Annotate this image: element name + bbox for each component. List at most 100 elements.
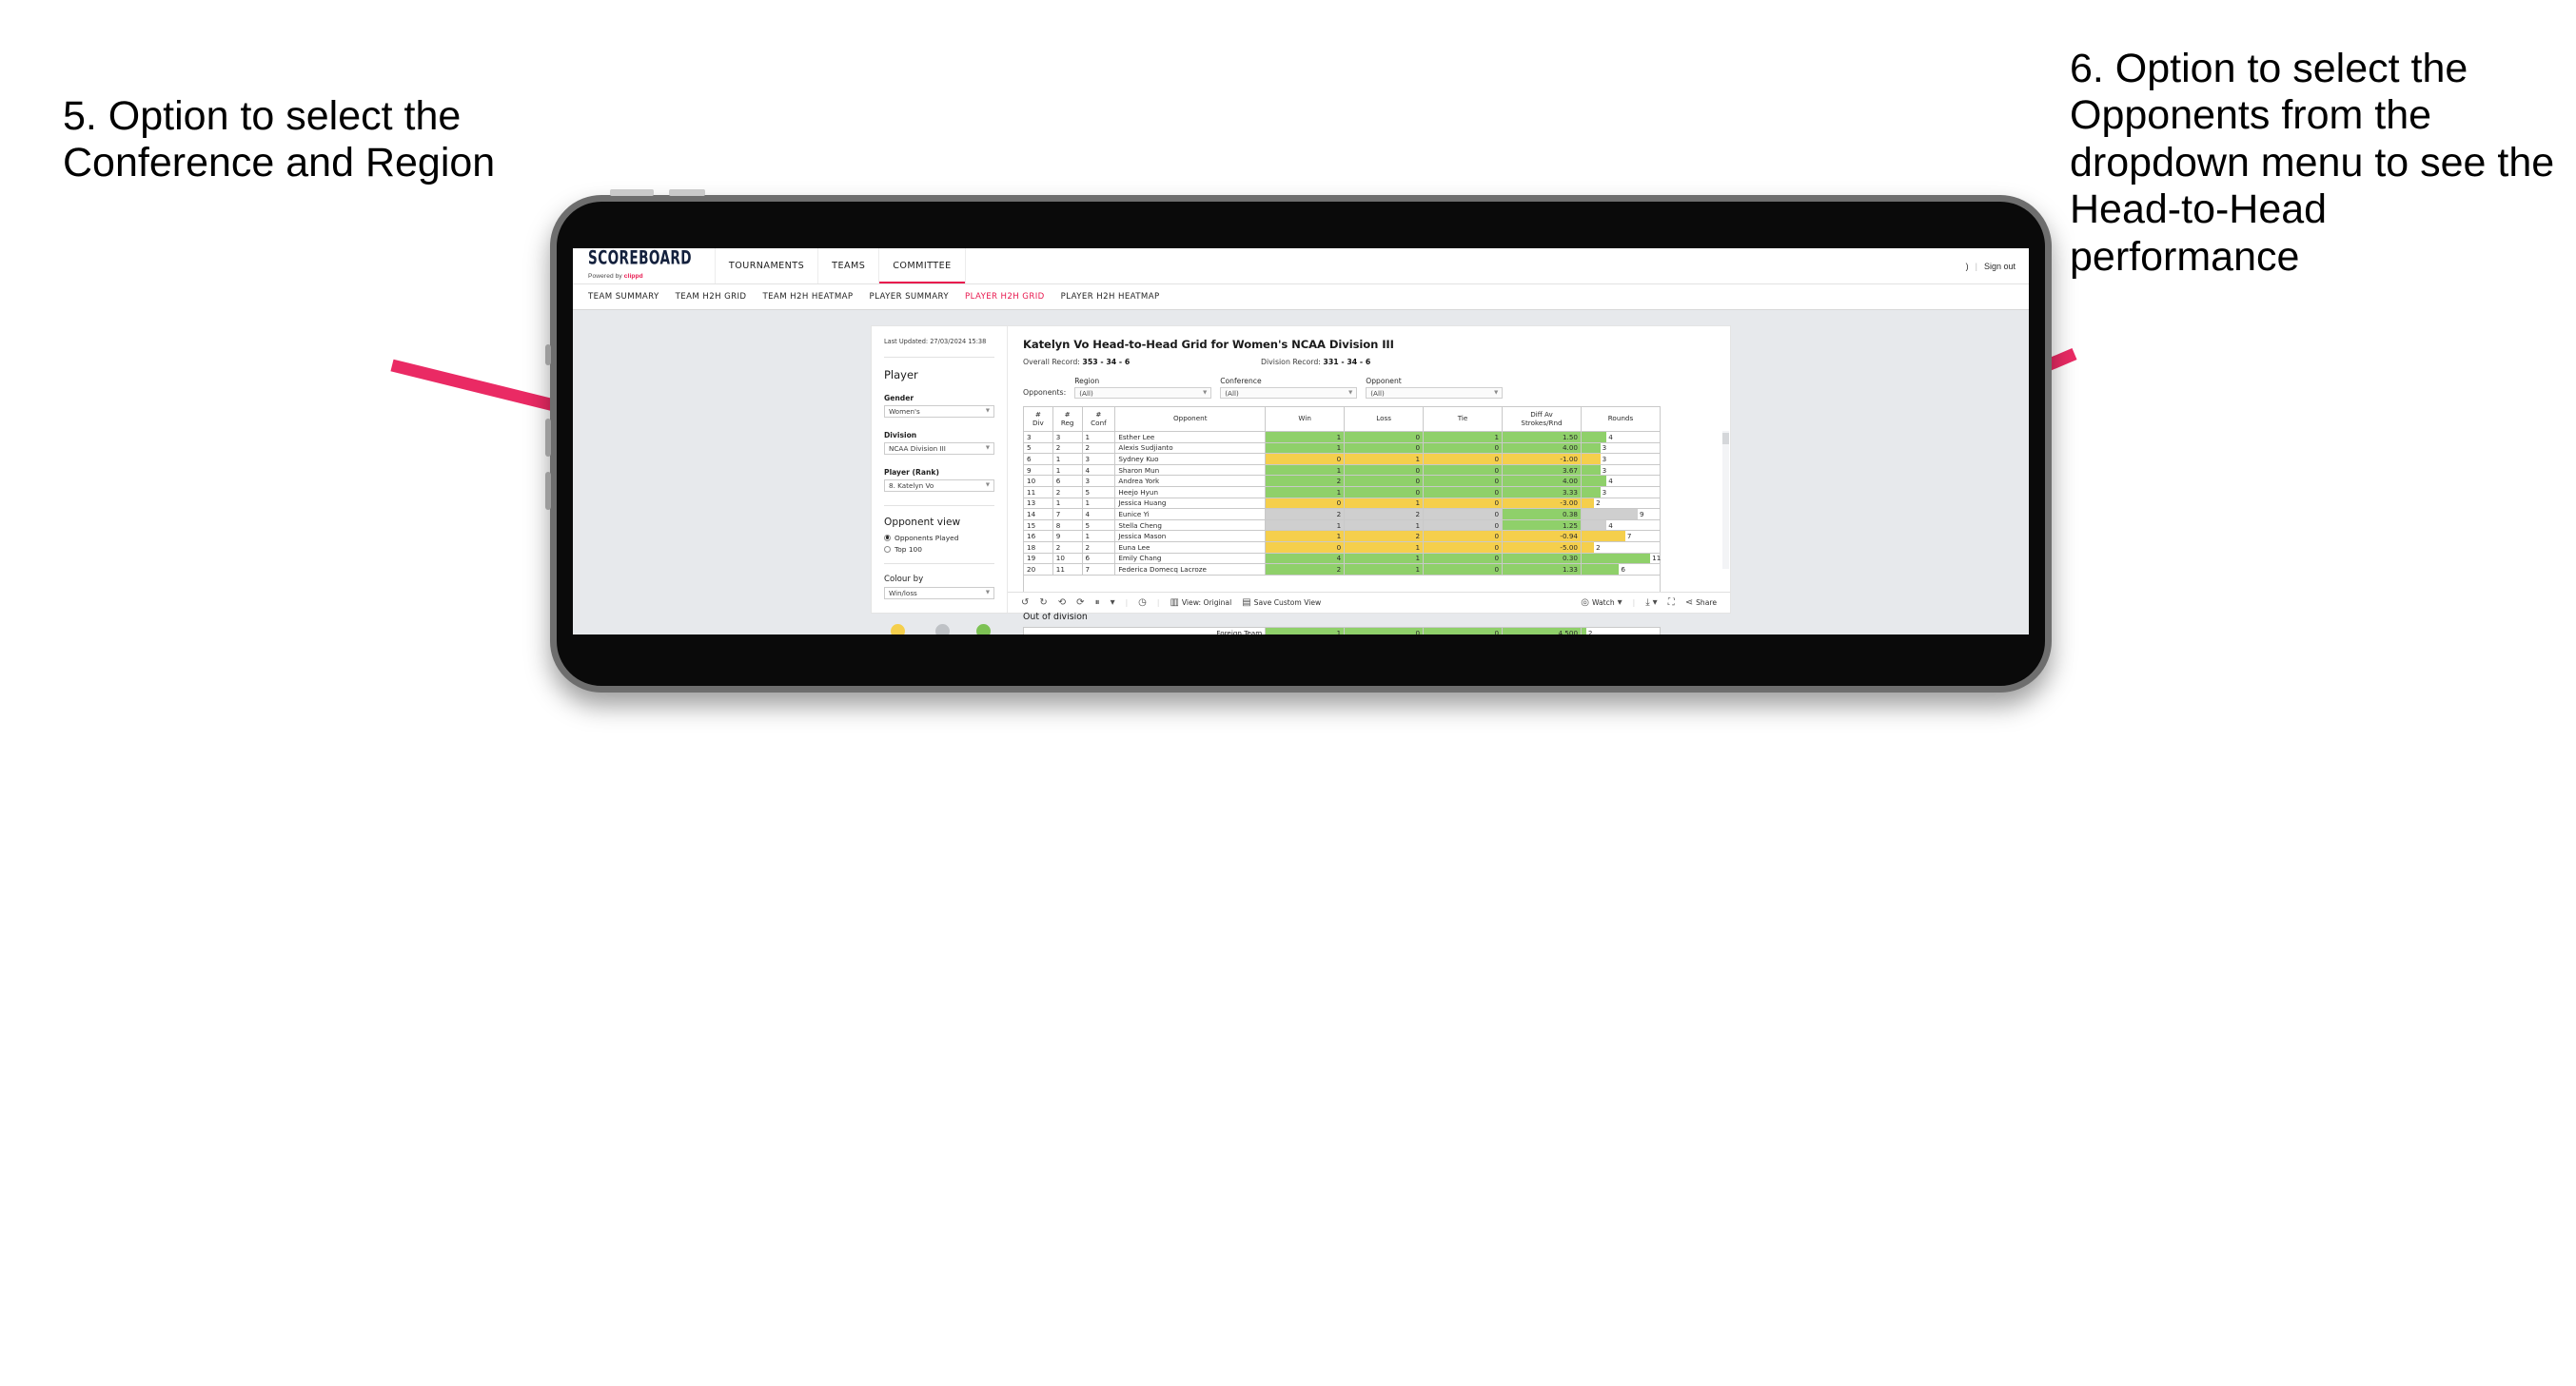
cell-div: 3	[1023, 431, 1053, 443]
cell-loss: 0	[1344, 431, 1425, 443]
brand-name: SCOREBOARD	[588, 248, 692, 269]
revert-icon[interactable]: ⟲	[1058, 597, 1066, 608]
radio-selected-icon	[884, 534, 891, 541]
cell-reg: 7	[1052, 508, 1083, 520]
radio-opponents-played[interactable]: Opponents Played	[884, 534, 994, 542]
pause-icon[interactable]: ⏸	[1095, 597, 1100, 608]
cell-opponent: Jessica Mason	[1114, 530, 1267, 542]
rounds-value: 2	[1596, 542, 1601, 552]
share-button[interactable]: ⋖ Share	[1684, 596, 1717, 608]
cell-win: 2	[1265, 475, 1346, 487]
opponent-dropdown[interactable]: (All) ▼	[1366, 387, 1504, 399]
tab-team-h2h-grid[interactable]: TEAM H2H GRID	[676, 292, 747, 302]
cell-opponent: Heejo Hyun	[1114, 485, 1267, 498]
chevron-down-icon: ▾	[1652, 596, 1658, 608]
table-row[interactable]: 9 1 4 Sharon Mun 1 0 0 3.67 3	[1023, 463, 1661, 477]
division-record-value: 331 - 34 - 6	[1323, 358, 1371, 366]
overall-record-value: 353 - 34 - 6	[1082, 358, 1131, 366]
table-row[interactable]: 18 2 2 Euna Lee 0 1 0 -5.00 2	[1023, 540, 1661, 554]
tablet-screen: SCOREBOARD Powered by clippd TOURNAMENTS…	[573, 248, 2029, 634]
chevron-down-icon: ▼	[985, 482, 990, 489]
table-row[interactable]: 19 10 6 Emily Chang 4 1 0 0.30 11	[1023, 552, 1661, 565]
sign-out-link[interactable]: Sign out	[1984, 262, 2016, 271]
nav-committee[interactable]: COMMITTEE	[879, 248, 966, 283]
refresh-icon[interactable]: ⟳	[1076, 597, 1084, 608]
table-scrollbar[interactable]	[1722, 431, 1729, 569]
cell-reg: 11	[1052, 563, 1083, 576]
cell-div: 15	[1023, 518, 1053, 532]
brand-logo[interactable]: SCOREBOARD Powered by clippd	[573, 248, 716, 283]
tab-player-summary[interactable]: PLAYER SUMMARY	[870, 292, 949, 302]
cell-diff: -5.00	[1502, 540, 1582, 554]
cell-reg: 1	[1052, 453, 1083, 465]
tab-player-h2h-heatmap[interactable]: PLAYER H2H HEATMAP	[1061, 292, 1160, 302]
table-row[interactable]: 5 2 2 Alexis Sudjianto 1 0 0 4.00 3	[1023, 441, 1661, 455]
cell-opponent: Eunice Yi	[1114, 508, 1267, 520]
account-icon[interactable]: )	[1966, 262, 1969, 271]
share-icon: ⋖	[1684, 596, 1694, 608]
rounds-value: 7	[1626, 532, 1632, 541]
chevron-down-icon: ▼	[985, 445, 990, 452]
colour-legend: Down Level Up	[884, 623, 994, 634]
redo-icon[interactable]: ↻	[1039, 597, 1047, 608]
ood-row[interactable]: Foreign Team 1 0 0 4.500 2	[1022, 626, 1661, 634]
rounds-bar	[1582, 454, 1601, 464]
download-button[interactable]: ⤓ ▾	[1645, 596, 1658, 608]
cell-loss: 2	[1344, 508, 1425, 520]
cell-div: 5	[1023, 441, 1053, 455]
alerts-icon[interactable]: ◷	[1138, 597, 1147, 608]
colour-by-select[interactable]: Win/loss ▼	[884, 586, 994, 599]
tab-player-h2h-grid[interactable]: PLAYER H2H GRID	[965, 292, 1045, 302]
chevron-down-icon: ▼	[1494, 390, 1499, 396]
division-value: NCAA Division III	[889, 443, 946, 453]
table-row[interactable]: 20 11 7 Federica Domecq Lacroze 2 1 0 1.33 6	[1023, 563, 1661, 576]
col-header-4: Win	[1265, 406, 1346, 432]
cell-conf: 4	[1081, 508, 1116, 520]
save-custom-view-button[interactable]: ▤ Save Custom View	[1242, 597, 1321, 608]
filter-region-label: Region	[1074, 377, 1100, 385]
table-row[interactable]: 14 7 4 Eunice Yi 2 2 0 0.38 9	[1023, 508, 1661, 520]
watch-button[interactable]: ◎ Watch ▾	[1581, 597, 1622, 608]
player-rank-select[interactable]: 8. Katelyn Vo ▼	[884, 478, 994, 492]
cell-loss: 1	[1344, 453, 1425, 465]
filter-caret-icon[interactable]: ▾	[1111, 597, 1115, 608]
cell-loss: 0	[1344, 485, 1425, 498]
brand-tagline-accent: clippd	[623, 272, 643, 280]
gender-select[interactable]: Women's ▼	[884, 404, 994, 418]
table-scrollbar-thumb[interactable]	[1722, 433, 1729, 444]
cell-opponent: Andrea York	[1114, 475, 1267, 487]
nav-tournaments[interactable]: TOURNAMENTS	[716, 248, 819, 283]
table-row[interactable]: 15 8 5 Stella Cheng 1 1 0 1.25 4	[1023, 518, 1661, 532]
col-header-1: # Reg	[1052, 406, 1083, 432]
cell-opponent: Esther Lee	[1114, 431, 1267, 443]
fullscreen-icon[interactable]: ⛶	[1668, 597, 1675, 608]
conference-dropdown[interactable]: (All) ▼	[1220, 387, 1358, 399]
cell-diff: 1.33	[1502, 563, 1582, 576]
region-dropdown[interactable]: (All) ▼	[1074, 387, 1212, 399]
cell-opponent: Alexis Sudjianto	[1114, 441, 1267, 455]
division-select[interactable]: NCAA Division III ▼	[884, 441, 994, 455]
conference-value: (All)	[1225, 388, 1239, 398]
table-row[interactable]: 16 9 1 Jessica Mason 1 2 0 -0.94 7	[1023, 530, 1661, 542]
cell-tie: 0	[1423, 485, 1504, 498]
radio-top-100[interactable]: Top 100	[884, 545, 994, 554]
device-button-volume-up[interactable]	[545, 419, 551, 457]
rounds-bar	[1582, 509, 1639, 519]
view-original-button[interactable]: ▥ View: Original	[1170, 597, 1231, 608]
table-row[interactable]: 10 6 3 Andrea York 2 0 0 4.00 4	[1023, 475, 1661, 487]
cell-tie: 0	[1423, 563, 1504, 576]
tab-team-summary[interactable]: TEAM SUMMARY	[588, 292, 659, 302]
table-row[interactable]: 13 1 1 Jessica Huang 0 1 0 -3.00 2	[1023, 497, 1661, 510]
nav-teams[interactable]: TEAMS	[818, 248, 880, 283]
colour-by-value: Win/loss	[889, 588, 917, 597]
device-button-power[interactable]	[545, 344, 551, 365]
table-row[interactable]: 11 2 5 Heejo Hyun 1 0 0 3.33 3	[1023, 485, 1661, 498]
undo-icon[interactable]: ↺	[1021, 597, 1029, 608]
table-row[interactable]: 3 3 1 Esther Lee 1 0 1 1.50 4	[1023, 431, 1661, 443]
cell-diff: 0.38	[1502, 508, 1582, 520]
device-button-volume-down[interactable]	[545, 472, 551, 510]
toolbar-divider-3: |	[1632, 598, 1636, 607]
tab-team-h2h-heatmap[interactable]: TEAM H2H HEATMAP	[762, 292, 853, 302]
ood-diff: 4.500	[1502, 626, 1583, 634]
table-row[interactable]: 6 1 3 Sydney Kuo 0 1 0 -1.00 3	[1023, 453, 1661, 465]
